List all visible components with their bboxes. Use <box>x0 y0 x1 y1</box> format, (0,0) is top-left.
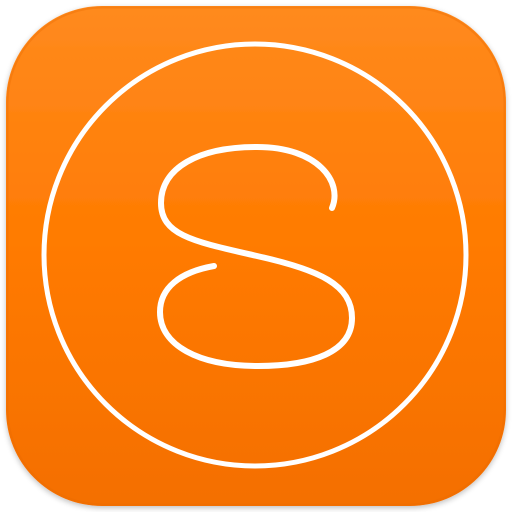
app-icon[interactable] <box>0 0 512 512</box>
app-icon-graphic <box>6 6 506 506</box>
icon-canvas <box>0 0 512 512</box>
